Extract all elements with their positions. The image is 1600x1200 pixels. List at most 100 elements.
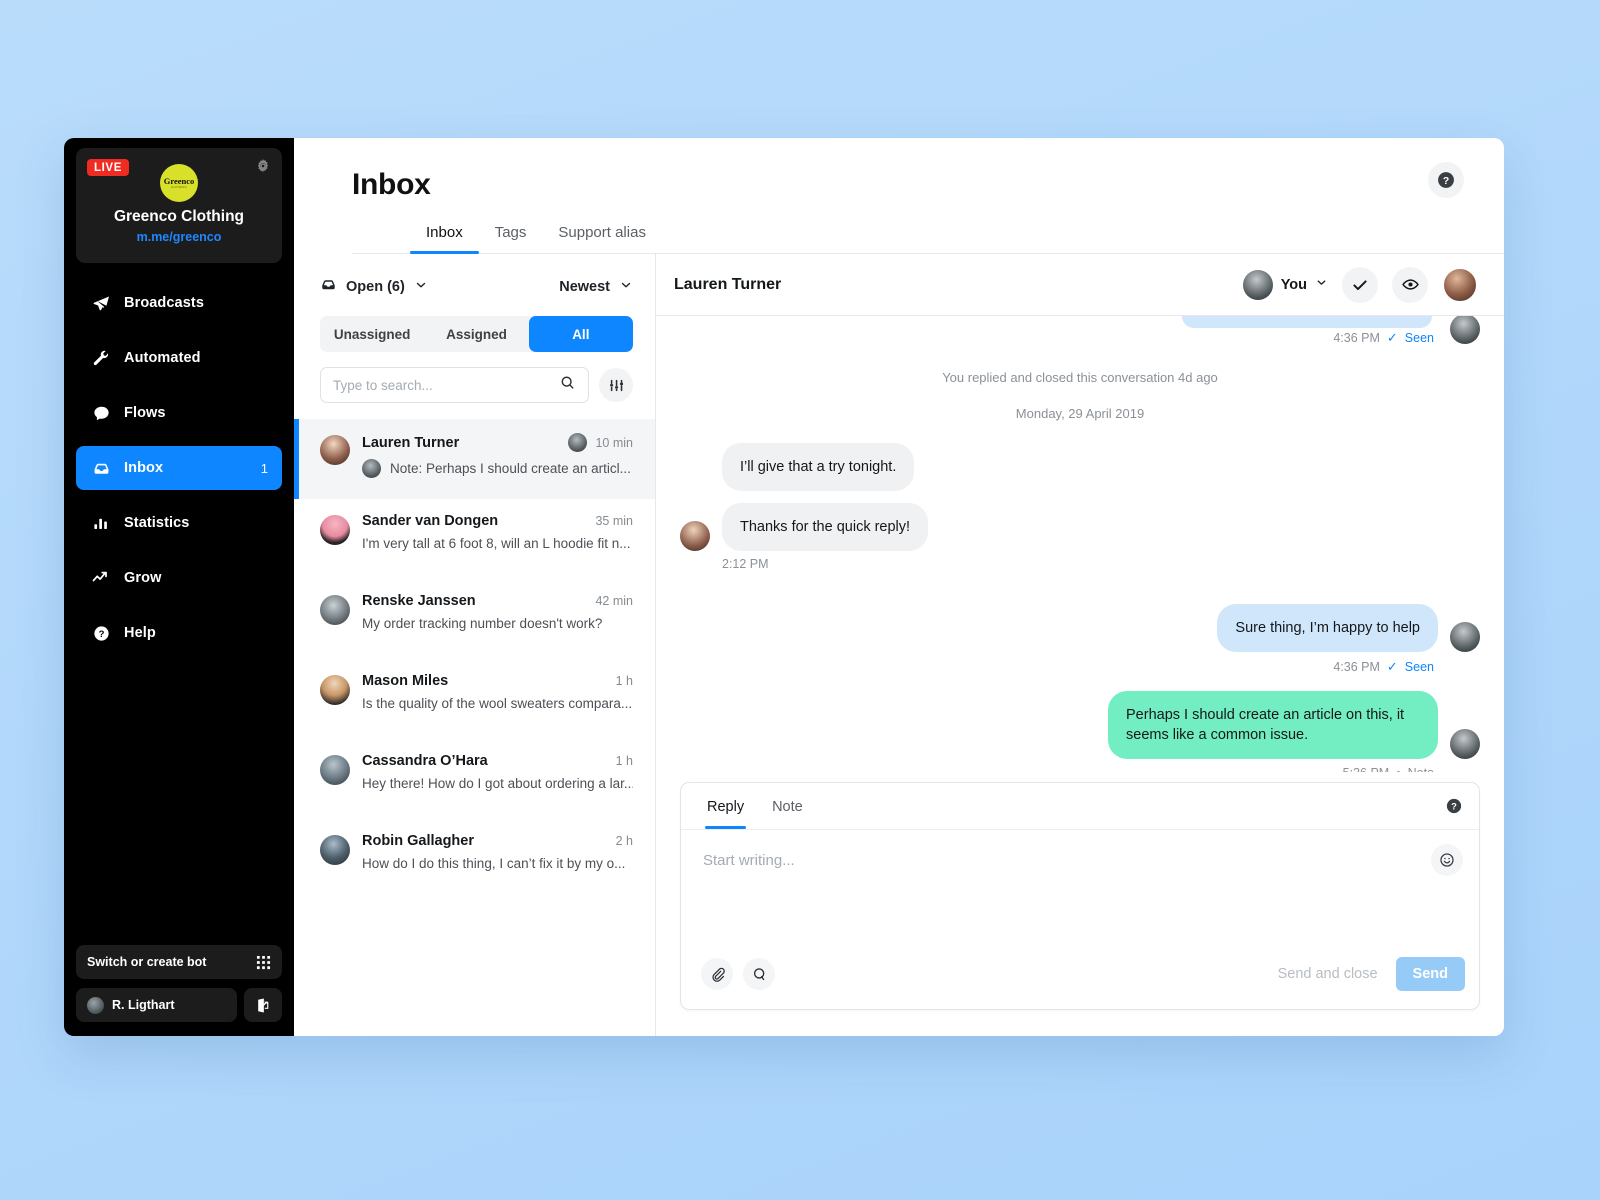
- system-note: You replied and closed this conversation…: [942, 370, 1218, 385]
- conversation-row[interactable]: Renske Janssen 42 min My order tracking …: [294, 579, 655, 659]
- paperclip-icon[interactable]: [701, 958, 733, 990]
- composer-footer: Send and close Send: [681, 953, 1479, 1009]
- brand-link[interactable]: m.me/greenco: [76, 230, 282, 244]
- watch-conversation-button[interactable]: [1392, 266, 1428, 303]
- logo-subtext: CLOTHING: [171, 185, 187, 189]
- avatar: [1450, 622, 1480, 652]
- chat-bubble-icon: [90, 404, 112, 423]
- avatar: [320, 835, 350, 865]
- conversation-row[interactable]: Sander van Dongen 35 min I'm very tall a…: [294, 499, 655, 579]
- thread-actions: You: [1242, 266, 1478, 303]
- page-header: Inbox ? Inbox Tags Support alias: [294, 138, 1504, 254]
- message-status: Seen: [1404, 660, 1434, 674]
- content-body: Open (6) Newest Unassigned Assigned All …: [294, 254, 1504, 1036]
- sidebar-item-statistics[interactable]: Statistics: [76, 501, 282, 545]
- current-user-button[interactable]: R. Ligthart: [76, 988, 237, 1022]
- sliders-filter-icon[interactable]: [599, 368, 633, 402]
- tab-tags[interactable]: Tags: [479, 224, 543, 253]
- composer-tab-reply[interactable]: Reply: [693, 785, 758, 829]
- brand-card: LIVE Greenco CLOTHING Greenco Clothing m…: [76, 148, 282, 263]
- message-row: Sure thing, I’m happy to help: [680, 604, 1480, 652]
- send-button[interactable]: Send: [1395, 957, 1465, 991]
- message-bubble: Perhaps I should create an article on th…: [1108, 691, 1438, 759]
- conversation-row[interactable]: Cassandra O’Hara 1 h Hey there! How do I…: [294, 739, 655, 819]
- send-and-close-button[interactable]: Send and close: [1264, 957, 1392, 991]
- assignee-dropdown[interactable]: You: [1242, 269, 1328, 300]
- search-icon[interactable]: [559, 374, 576, 396]
- inbox-icon: [90, 459, 112, 478]
- conversation-name: Cassandra O’Hara: [362, 753, 488, 769]
- sidebar-footer: Switch or create bot R. Ligthart: [76, 945, 282, 1022]
- sidebar-item-grow[interactable]: Grow: [76, 556, 282, 600]
- date-separator: Monday, 29 April 2019: [1015, 406, 1145, 421]
- brand-logo: Greenco CLOTHING: [160, 164, 198, 202]
- conversation-time: 2 h: [615, 834, 633, 848]
- segment-all[interactable]: All: [528, 316, 633, 352]
- sort-dropdown[interactable]: Newest: [559, 278, 633, 297]
- switch-or-create-bot-button[interactable]: Switch or create bot: [76, 945, 282, 979]
- close-conversation-button[interactable]: [1342, 266, 1378, 303]
- help-button[interactable]: ?: [1428, 162, 1464, 198]
- switch-bot-label: Switch or create bot: [87, 955, 207, 969]
- avatar: [87, 996, 104, 1014]
- status-filter-dropdown[interactable]: Open (6): [320, 276, 428, 298]
- reply-composer: Reply Note ? Start writing... Send and c…: [680, 782, 1480, 1010]
- sidebar-item-inbox[interactable]: Inbox 1: [76, 446, 282, 490]
- conversation-items: Lauren Turner 10 min Note: Perhaps I sho…: [294, 419, 655, 899]
- logout-button[interactable]: [244, 988, 282, 1022]
- conversation-list-panel: Open (6) Newest Unassigned Assigned All …: [294, 254, 656, 1036]
- svg-text:?: ?: [1451, 801, 1457, 811]
- note-author-avatar: [362, 459, 381, 478]
- assignee-avatar: [568, 433, 588, 452]
- assignee-label: You: [1280, 276, 1307, 293]
- quick-reply-icon[interactable]: [743, 958, 775, 990]
- question-circle-icon: ?: [90, 624, 112, 643]
- dot-separator: •: [1396, 766, 1400, 772]
- segment-unassigned[interactable]: Unassigned: [320, 316, 424, 352]
- tab-support-alias[interactable]: Support alias: [542, 224, 662, 253]
- user-row: R. Ligthart: [76, 988, 282, 1022]
- composer-help-icon[interactable]: ?: [1445, 797, 1463, 815]
- check-icon: ✓: [1386, 330, 1398, 345]
- message-bubble: Sure thing, I’m happy to help: [1217, 604, 1438, 652]
- sidebar-item-automated[interactable]: Automated: [76, 336, 282, 380]
- composer-input-area[interactable]: Start writing...: [681, 830, 1479, 953]
- brand-name: Greenco Clothing: [113, 208, 245, 225]
- sidebar-item-label: Help: [124, 625, 156, 641]
- conversation-row[interactable]: Lauren Turner 10 min Note: Perhaps I sho…: [294, 419, 655, 499]
- check-icon: ✓: [1386, 659, 1398, 674]
- conversation-thread-panel: Lauren Turner You 4:36 PM ✓ Seen You rep…: [656, 254, 1504, 1036]
- conversation-time: 35 min: [595, 514, 633, 528]
- contact-avatar[interactable]: [1442, 266, 1478, 303]
- conversation-name: Renske Janssen: [362, 593, 476, 609]
- emoji-smiley-icon[interactable]: [1431, 844, 1463, 876]
- live-badge: LIVE: [87, 159, 129, 176]
- conversation-row[interactable]: Mason Miles 1 h Is the quality of the wo…: [294, 659, 655, 739]
- segment-assigned[interactable]: Assigned: [424, 316, 528, 352]
- search-input[interactable]: [333, 377, 559, 393]
- avatar: [320, 515, 350, 545]
- tab-inbox[interactable]: Inbox: [410, 224, 479, 254]
- sidebar-item-broadcasts[interactable]: Broadcasts: [76, 281, 282, 325]
- avatar: [320, 435, 350, 465]
- composer-tab-note[interactable]: Note: [758, 785, 817, 828]
- chevron-down-icon: [1315, 276, 1328, 294]
- sidebar-item-help[interactable]: ? Help: [76, 611, 282, 655]
- sidebar-item-label: Flows: [124, 405, 166, 421]
- trend-up-icon: [90, 568, 112, 588]
- search-box[interactable]: [320, 367, 589, 403]
- conversation-snippet: Is the quality of the wool sweaters comp…: [362, 696, 633, 711]
- messages-area: 4:36 PM ✓ Seen You replied and closed th…: [656, 316, 1504, 772]
- bar-chart-icon: [90, 514, 112, 533]
- message-stamp: 4:36 PM ✓ Seen: [680, 330, 1480, 346]
- message-stamp: 5:36 PM • Note: [680, 766, 1480, 772]
- gear-icon[interactable]: [254, 157, 272, 175]
- conversation-row[interactable]: Robin Gallagher 2 h How do I do this thi…: [294, 819, 655, 899]
- conversation-name: Robin Gallagher: [362, 833, 474, 849]
- sidebar-item-label: Broadcasts: [124, 295, 204, 311]
- sidebar-item-flows[interactable]: Flows: [76, 391, 282, 435]
- sidebar: LIVE Greenco CLOTHING Greenco Clothing m…: [64, 138, 294, 1036]
- conversation-time: 1 h: [615, 754, 633, 768]
- message-time: 4:36 PM: [1333, 331, 1380, 345]
- conversation-snippet: Note: Perhaps I should create an articl.…: [390, 461, 631, 476]
